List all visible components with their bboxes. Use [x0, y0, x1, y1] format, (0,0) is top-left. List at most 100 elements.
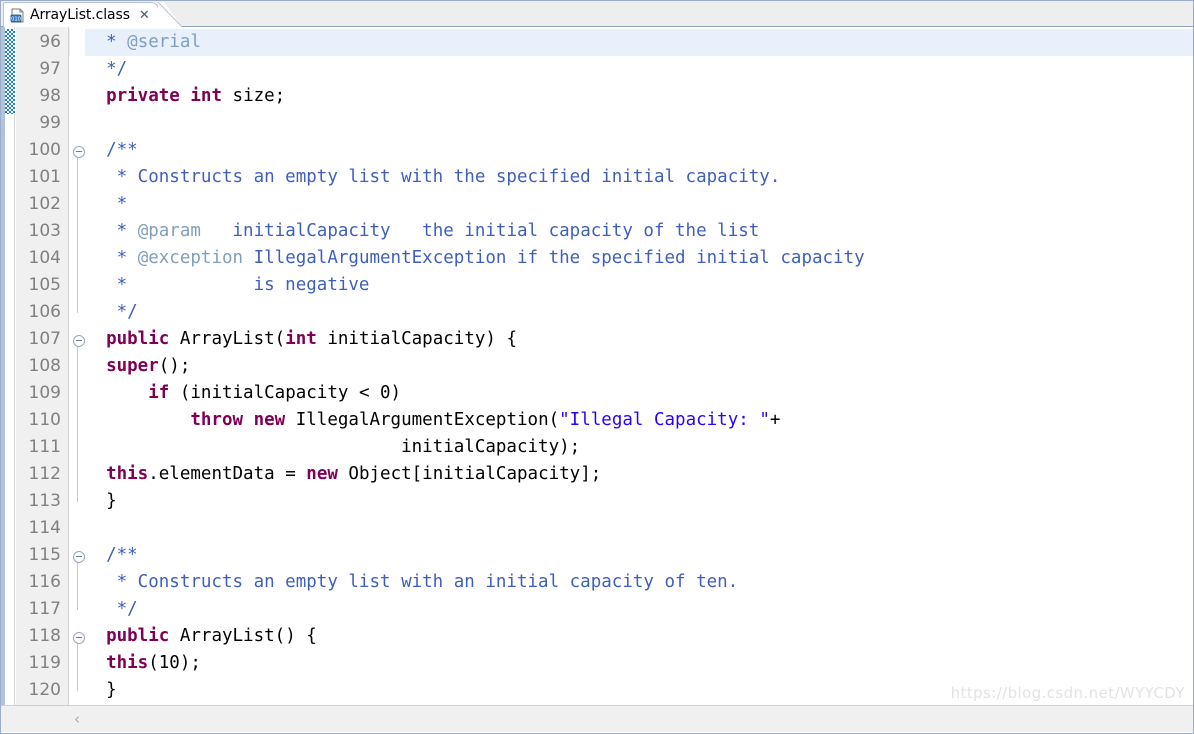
line-number-gutter: 96 97 98 99 100 101 102 103 104 105 106 107 108 109 11… [16, 27, 69, 707]
line-number: 111 [28, 437, 61, 457]
code-folding-column[interactable] [70, 27, 85, 707]
line-number: 116 [28, 572, 61, 592]
line-number: 113 [28, 491, 61, 511]
code-token: /** [85, 140, 138, 160]
code-line[interactable]: * @serial [85, 29, 1193, 56]
code-token: * [85, 194, 128, 214]
code-line[interactable] [85, 110, 1193, 137]
fold-collapse-icon[interactable] [72, 623, 85, 650]
code-line[interactable]: * is negative [85, 272, 1193, 299]
code-token: .elementData = [148, 464, 307, 484]
code-line[interactable]: /** [85, 137, 1193, 164]
code-token: ArrayList() { [169, 626, 317, 646]
fold-range-line [77, 157, 78, 313]
code-line[interactable]: public ArrayList(int initialCapacity) { [85, 326, 1193, 353]
fold-range-line [77, 346, 78, 502]
code-token: @param [137, 221, 201, 241]
change-marker-bar [5, 29, 15, 114]
code-token: */ [85, 302, 138, 322]
code-token: this [106, 653, 149, 673]
code-token: int [285, 329, 317, 349]
code-token: * is negative [85, 275, 370, 295]
code-token: this [106, 464, 149, 484]
code-token: Object[initialCapacity]; [337, 464, 602, 484]
editor-tab-arraylist-class[interactable]: 010 ArrayList.class ✕ [3, 2, 159, 27]
code-line[interactable]: /** [85, 542, 1193, 569]
code-token: */ [85, 59, 128, 79]
code-line[interactable]: */ [85, 56, 1193, 83]
code-token: * [85, 32, 128, 52]
code-token: new [306, 464, 338, 484]
code-line[interactable]: public ArrayList() { [85, 623, 1193, 650]
horizontal-scrollbar-thumb[interactable] [87, 710, 787, 728]
code-line[interactable]: if (initialCapacity < 0) [85, 380, 1193, 407]
scroll-left-arrow-icon[interactable]: ‹ [67, 706, 87, 732]
line-number: 114 [28, 518, 61, 538]
code-line[interactable]: this(10); [85, 650, 1193, 677]
code-line[interactable]: * @exception IllegalArgumentException if… [85, 245, 1193, 272]
line-number: 96 [39, 32, 61, 52]
line-number: 106 [28, 302, 61, 322]
code-line[interactable]: initialCapacity); [85, 434, 1193, 461]
code-token: } [85, 680, 117, 700]
code-line[interactable]: private int size; [85, 83, 1193, 110]
annotation-ruler[interactable] [1, 27, 15, 707]
close-icon[interactable]: ✕ [139, 9, 150, 22]
code-editor-area[interactable]: 96 97 98 99 100 101 102 103 104 105 106 107 108 109 11… [1, 27, 1193, 707]
editor-tab-bar: 010 ArrayList.class ✕ [1, 1, 1193, 27]
code-line[interactable]: * [85, 191, 1193, 218]
code-token: throw [190, 410, 244, 430]
line-number: 107 [28, 329, 61, 349]
fold-collapse-icon[interactable] [72, 542, 85, 569]
fold-collapse-icon[interactable] [72, 326, 85, 353]
code-token: (); [158, 356, 191, 376]
line-number: 98 [39, 86, 61, 106]
line-number: 102 [28, 194, 61, 214]
code-line[interactable] [85, 515, 1193, 542]
code-line[interactable]: * Constructs an empty list with an initi… [85, 569, 1193, 596]
code-token: initialCapacity); [85, 437, 581, 457]
fold-collapse-icon[interactable] [72, 137, 85, 164]
code-token: if [148, 383, 170, 403]
code-line[interactable]: } [85, 488, 1193, 515]
line-number: 112 [28, 464, 61, 484]
line-number: 109 [28, 383, 61, 403]
code-token: * Constructs an empty list with an initi… [85, 572, 739, 592]
code-line[interactable]: */ [85, 299, 1193, 326]
code-token: } [85, 491, 117, 511]
code-token: */ [85, 599, 138, 619]
line-number: 117 [28, 599, 61, 619]
horizontal-scrollbar[interactable]: ‹ [1, 705, 1193, 732]
code-token: "Illegal Capacity: " [559, 410, 770, 430]
code-token: * [85, 221, 138, 241]
line-number: 110 [28, 410, 61, 430]
code-line[interactable]: */ [85, 596, 1193, 623]
class-file-icon: 010 [10, 8, 25, 23]
code-token: initialCapacity the initial capacity of … [200, 221, 760, 241]
line-number: 119 [28, 653, 61, 673]
code-line[interactable]: super(); [85, 353, 1193, 380]
code-token: IllegalArgumentException( [285, 410, 560, 430]
code-line[interactable]: this.elementData = new Object[initialCap… [85, 461, 1193, 488]
line-number: 103 [28, 221, 61, 241]
tab-trailing-slant [158, 2, 182, 27]
line-number: 115 [28, 545, 61, 565]
code-text-surface[interactable]: * @serial */ private int size; /** * Con… [85, 27, 1193, 707]
annotation-ruler-edge [1, 27, 5, 707]
code-line[interactable]: throw new IllegalArgumentException("Ille… [85, 407, 1193, 434]
code-token: size; [222, 86, 286, 106]
code-line[interactable]: * Constructs an empty list with the spec… [85, 164, 1193, 191]
code-line[interactable]: * @param initialCapacity the initial cap… [85, 218, 1193, 245]
code-token: int [190, 86, 222, 106]
eclipse-editor-window: 010 ArrayList.class ✕ 96 97 98 99 100 101 102 1… [0, 0, 1194, 734]
line-number: 100 [28, 140, 61, 160]
code-token: IllegalArgumentException if the specifie… [243, 248, 865, 268]
code-token: new [253, 410, 286, 430]
code-line[interactable]: } [85, 677, 1193, 704]
line-number: 104 [28, 248, 61, 268]
